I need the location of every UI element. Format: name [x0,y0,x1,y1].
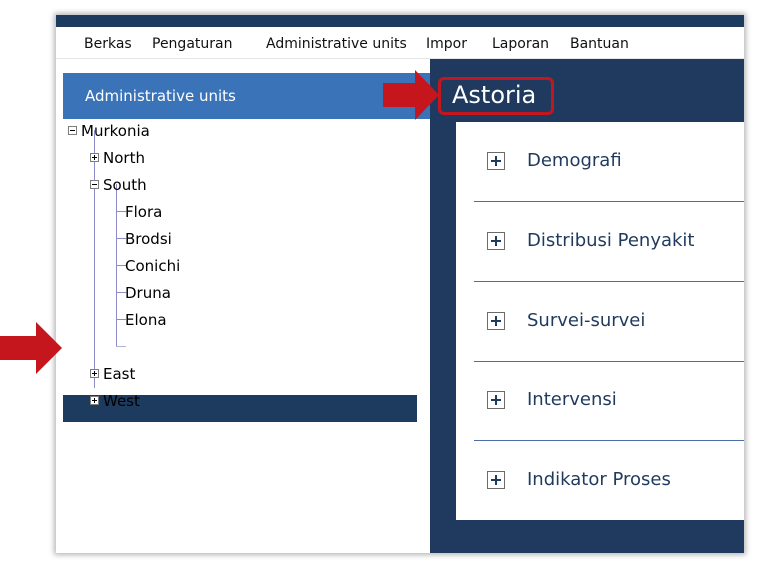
tree-item-conichi[interactable]: Conichi [125,257,180,275]
tree-connector [116,184,117,334]
expand-icon[interactable] [487,391,505,409]
menu-bar: Berkas Pengaturan Administrative units I… [56,27,744,59]
section-label: Survei-survei [527,310,646,331]
menu-pengaturan[interactable]: Pengaturan [152,36,232,52]
tree-connector [116,334,117,346]
tree-item-brodsi[interactable]: Brodsi [125,230,172,248]
tree-item-druna[interactable]: Druna [125,284,171,302]
tree-item-elona[interactable]: Elona [125,311,167,329]
sidebar-header: Administrative units [63,73,437,119]
page-title: Astoria [452,81,537,109]
tree-item-south[interactable]: South [103,176,147,194]
annotation-arrow-left [0,322,62,374]
tree-item-murkonia[interactable]: Murkonia [81,122,150,140]
expand-icon[interactable] [487,312,505,330]
tree-connector [94,130,95,388]
main-content: Astoria Demografi Distribusi Penyakit Su… [430,59,744,553]
menu-administrative-units[interactable]: Administrative units [266,36,407,52]
section-survei-survei[interactable]: Survei-survei [474,282,744,362]
tree-collapse-toggle-south[interactable] [90,180,99,189]
menu-bantuan[interactable]: Bantuan [570,36,629,52]
menu-berkas[interactable]: Berkas [84,36,132,52]
section-demografi[interactable]: Demografi [474,122,744,202]
tree-expand-toggle-west[interactable] [90,396,99,405]
section-intervensi[interactable]: Intervensi [474,361,744,441]
tree-collapse-toggle-murkonia[interactable] [68,126,77,135]
tree-view: Murkonia North South Flora Brodsi Conich… [63,119,437,553]
section-label: Indikator Proses [527,469,671,490]
section-distribusi-penyakit[interactable]: Distribusi Penyakit [474,202,744,282]
sections-panel: Demografi Distribusi Penyakit Survei-sur… [456,122,744,520]
section-indikator-proses[interactable]: Indikator Proses [474,441,744,520]
expand-icon[interactable] [487,232,505,250]
expand-icon[interactable] [487,152,505,170]
tree-item-west[interactable]: West [103,392,140,410]
expand-icon[interactable] [487,471,505,489]
tree-expand-toggle-east[interactable] [90,369,99,378]
title-bar [56,15,744,27]
tree-item-flora[interactable]: Flora [125,203,162,221]
menu-impor[interactable]: Impor [426,36,467,52]
menu-laporan[interactable]: Laporan [492,36,549,52]
tree-item-north[interactable]: North [103,149,145,167]
tree-expand-toggle-north[interactable] [90,153,99,162]
section-label: Demografi [527,150,622,171]
annotation-arrow-title [383,70,439,120]
sidebar: Administrative units Murkonia North Sout… [63,59,438,553]
tree-item-astoria[interactable]: Astoria [125,338,178,356]
tree-item-east[interactable]: East [103,365,135,383]
section-label: Distribusi Penyakit [527,230,695,251]
section-label: Intervensi [527,389,617,410]
